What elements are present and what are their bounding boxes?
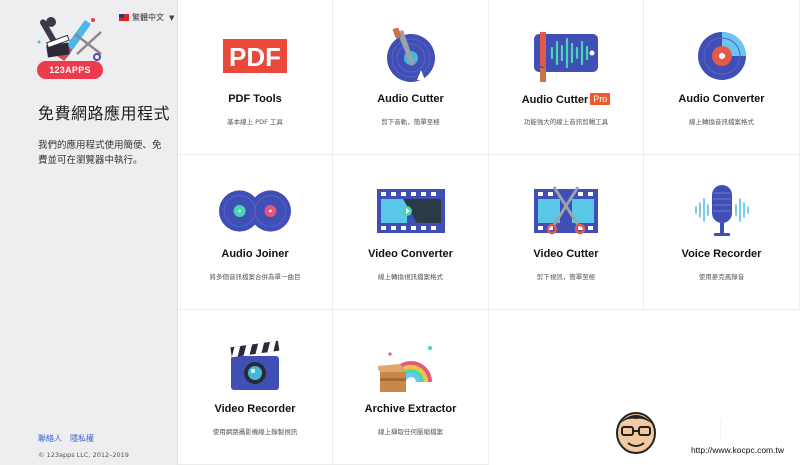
tool-card-voice-recorder[interactable]: Voice Recorder 使用麥克風錄音 (644, 155, 800, 310)
tool-card-video-cutter[interactable]: Video Cutter 剪下視訊，簡單至極 (489, 155, 644, 310)
watermark: 電腦王阿達 http://www.kocpc.com.tw (614, 405, 794, 461)
footer-links: 聯絡人 隱私權 (38, 433, 94, 444)
copyright: © 123apps LLC, 2012–2019 (38, 451, 129, 459)
tool-description: 線上轉換音訊檔案格式 (689, 118, 754, 126)
tools-grid: PDF PDF Tools 基本線上 PDF 工具 Audio Cutter 剪… (178, 0, 800, 465)
tool-card-audio-cutter-pro[interactable]: Audio Cutter Pro 功能強大的線上音訊剪輯工具 (489, 0, 644, 155)
vinyl-knife-icon (375, 28, 447, 84)
rainbow-box-icon (375, 338, 447, 394)
tool-card-archive-extractor[interactable]: Archive Extractor 線上擷取任何壓縮檔案 (333, 310, 489, 465)
flag-icon (119, 14, 129, 21)
tool-name: Audio Joiner (221, 248, 289, 260)
tool-description: 剪下音軌，簡單至極 (381, 118, 440, 126)
privacy-link[interactable]: 隱私權 (70, 433, 94, 444)
logo-badge: 123APPS (37, 61, 103, 79)
tool-description: 線上擷取任何壓縮檔案 (378, 428, 443, 436)
watermark-text: 電腦王阿達 (655, 416, 786, 446)
pro-badge: Pro (590, 93, 611, 105)
tool-description: 將多個音訊檔案合併為單一曲目 (209, 273, 301, 281)
sidebar: 繁體中文 ▼ 123APPS 免費網路應用程式 我們的應用程式使用簡便、免費並可… (0, 0, 178, 465)
logo-tools-icon (37, 17, 102, 62)
waveform-knife-icon (530, 28, 602, 84)
tool-card-audio-joiner[interactable]: Audio Joiner 將多個音訊檔案合併為單一曲目 (178, 155, 333, 310)
tool-card-video-recorder[interactable]: Video Recorder 使用網路攝影機線上錄製視訊 (178, 310, 333, 465)
tool-description: 使用網路攝影機線上錄製視訊 (212, 428, 298, 436)
microphone-icon (686, 183, 758, 239)
chevron-down-icon: ▼ (169, 13, 175, 22)
logo[interactable]: 123APPS (35, 14, 105, 80)
svg-text:PDF: PDF (229, 42, 281, 72)
tool-description: 基本線上 PDF 工具 (227, 118, 283, 126)
vinyl-disc-icon (686, 28, 758, 84)
tool-name-text: Audio Cutter (521, 94, 589, 106)
tool-card-video-converter[interactable]: Video Converter 線上轉換視訊檔案格式 (333, 155, 489, 310)
tool-name: Voice Recorder (681, 248, 762, 260)
film-convert-icon (375, 183, 447, 239)
tool-name: Audio Cutter (377, 93, 444, 105)
tool-description: 線上轉換視訊檔案格式 (378, 273, 443, 281)
site-title: 免費網路應用程式 (38, 104, 171, 123)
site-description: 我們的應用程式使用簡便、免費並可在瀏覽器中執行。 (38, 140, 162, 166)
tool-name: Video Converter (368, 248, 453, 260)
tool-name: Audio Converter (678, 93, 765, 105)
tool-card-pdf-tools[interactable]: PDF PDF Tools 基本線上 PDF 工具 (178, 0, 333, 155)
film-scissors-icon (530, 183, 602, 239)
language-selector[interactable]: 繁體中文 ▼ (119, 12, 174, 23)
tool-name: Video Recorder (214, 403, 296, 415)
tool-description: 功能強大的線上音訊剪輯工具 (523, 118, 609, 126)
clapper-camera-icon (219, 338, 291, 394)
tool-card-audio-cutter[interactable]: Audio Cutter 剪下音軌，簡單至極 (333, 0, 489, 155)
mascot-face-icon (616, 412, 656, 454)
tool-name: Archive Extractor (364, 403, 457, 415)
tool-description: 使用麥克風錄音 (698, 273, 745, 281)
tool-name: Audio Cutter Pro (489, 93, 643, 106)
tool-description: 剪下視訊，簡單至極 (536, 273, 596, 281)
joined-vinyls-icon (219, 183, 291, 239)
language-label: 繁體中文 (132, 13, 164, 22)
tool-name: Video Cutter (533, 248, 599, 260)
pdf-icon: PDF (219, 28, 291, 84)
watermark-url: http://www.kocpc.com.tw (690, 445, 784, 455)
tool-card-audio-converter[interactable]: Audio Converter 線上轉換音訊檔案格式 (644, 0, 800, 155)
tool-name: PDF Tools (228, 93, 282, 105)
contact-link[interactable]: 聯絡人 (38, 433, 62, 444)
